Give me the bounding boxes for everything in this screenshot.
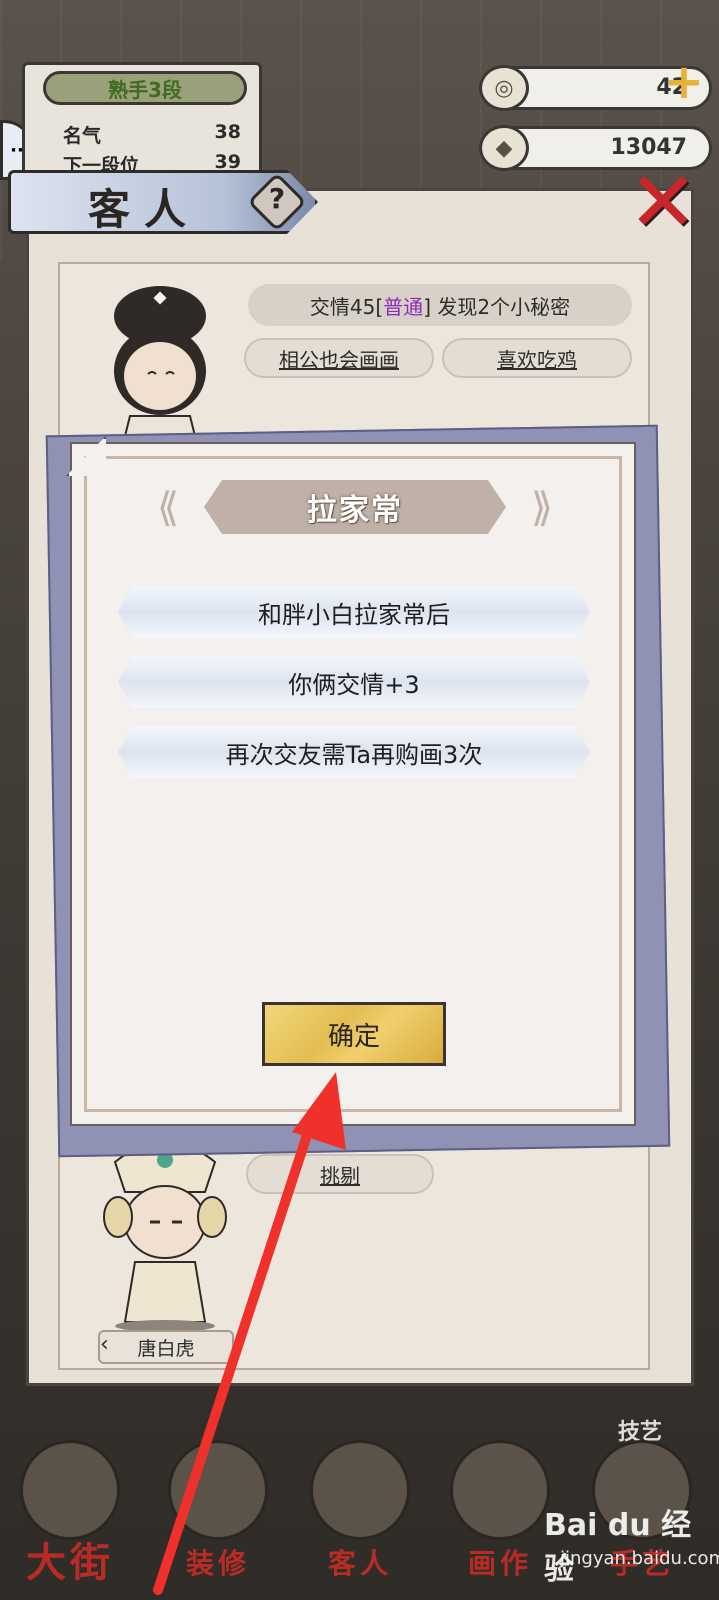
nav-guests[interactable]: 客人 <box>290 1430 430 1600</box>
message-line-1: 和胖小白拉家常后 <box>118 586 590 638</box>
fame-label: 名气 <box>63 125 102 147</box>
close-icon[interactable]: ✕ <box>626 160 700 244</box>
cloud-coin-icon: ◎ <box>479 65 529 111</box>
nav-street-label: 大街 <box>26 1540 114 1586</box>
message-line-3: 再次交友需Ta再购画3次 <box>118 726 590 778</box>
ornament-right-icon: ⟫ <box>530 485 554 531</box>
guest-name-tag: 唐白虎 <box>98 1330 234 1364</box>
dialog-corner-fold <box>66 436 106 476</box>
chevron-left-icon[interactable]: ‹ <box>100 1332 109 1357</box>
confirm-button[interactable]: 确定 <box>262 1002 446 1066</box>
panel-title: 客人 <box>88 185 201 234</box>
fame-value: 38 <box>214 121 241 143</box>
rank-panel: 熟手3段 名气 38 下一段位 39 <box>22 62 262 182</box>
secret-tag-1[interactable]: 相公也会画画 <box>244 338 434 378</box>
baidu-watermark: Bai du 经验 <box>544 1508 692 1587</box>
copper-coin-icon: ◆ <box>479 125 529 171</box>
nav-street[interactable]: 大街 <box>0 1430 140 1600</box>
scroll-icon <box>168 1440 268 1540</box>
chat-result-dialog: ⟪ ⟫ 拉家常 和胖小白拉家常后 你俩交情+3 再次交友需Ta再购画3次 确定 <box>66 436 636 1126</box>
guest-icon <box>310 1440 410 1540</box>
message-line-2: 你俩交情+3 <box>118 656 590 708</box>
fame-row: 名气 38 <box>63 121 241 149</box>
guest-avatar <box>114 286 206 456</box>
nav-guests-label: 客人 <box>327 1547 392 1580</box>
help-icon: ? <box>268 182 286 215</box>
dialog-title: 拉家常 <box>307 493 403 528</box>
trait-tag[interactable]: 挑剔 <box>246 1154 434 1194</box>
nav-decorate[interactable]: 装修 <box>148 1430 288 1600</box>
friendship-prefix: 交情45[ <box>309 294 384 319</box>
baidu-watermark-site: jingyan.baidu.com <box>560 1548 719 1569</box>
nav-decorate-label: 装修 <box>185 1547 250 1580</box>
ornament-left-icon: ⟪ <box>156 485 180 531</box>
rank-badge: 熟手3段 <box>43 71 247 105</box>
gate-icon <box>20 1440 120 1540</box>
friendship-level: 普通 <box>383 294 424 319</box>
secret-tag-2[interactable]: 喜欢吃鸡 <box>442 338 632 378</box>
add-currency-plus-icon[interactable]: + <box>660 58 708 106</box>
next-rank-value: 39 <box>214 151 241 173</box>
friendship-status: 交情45[普通] 发现2个小秘密 <box>248 284 632 326</box>
painting-icon <box>450 1440 550 1540</box>
friendship-suffix: ] 发现2个小秘密 <box>423 294 571 319</box>
